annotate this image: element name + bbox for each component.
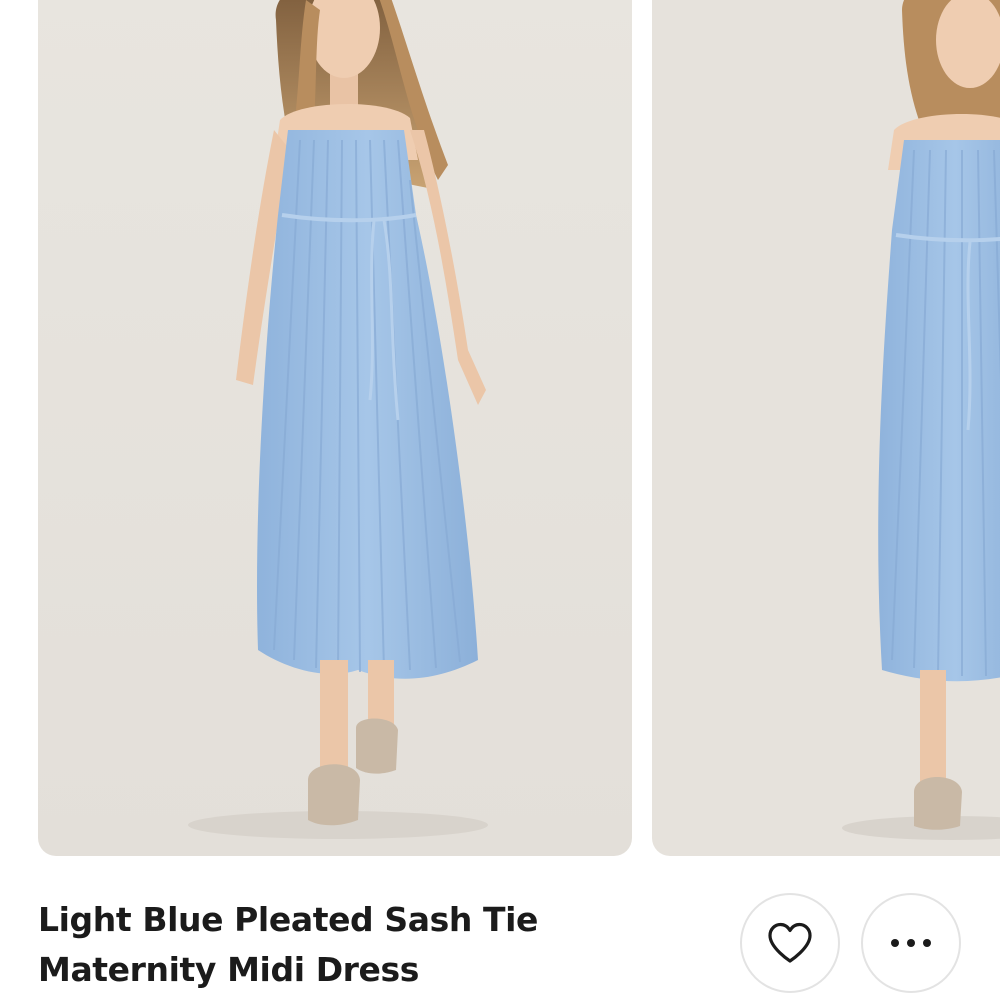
more-horizontal-icon: [891, 939, 931, 947]
favorite-button[interactable]: [740, 893, 840, 993]
product-title: Light Blue Pleated Sash Tie Maternity Mi…: [38, 900, 539, 989]
product-page: Light Blue Pleated Sash Tie Maternity Mi…: [0, 0, 1000, 1000]
product-photo-2: [652, 0, 1000, 856]
more-options-button[interactable]: [861, 893, 961, 993]
product-image-1[interactable]: [38, 0, 632, 856]
heart-outline-icon: [768, 922, 812, 963]
product-photo-1: [38, 0, 632, 856]
image-carousel[interactable]: [0, 0, 1000, 860]
product-image-2[interactable]: [652, 0, 1000, 856]
